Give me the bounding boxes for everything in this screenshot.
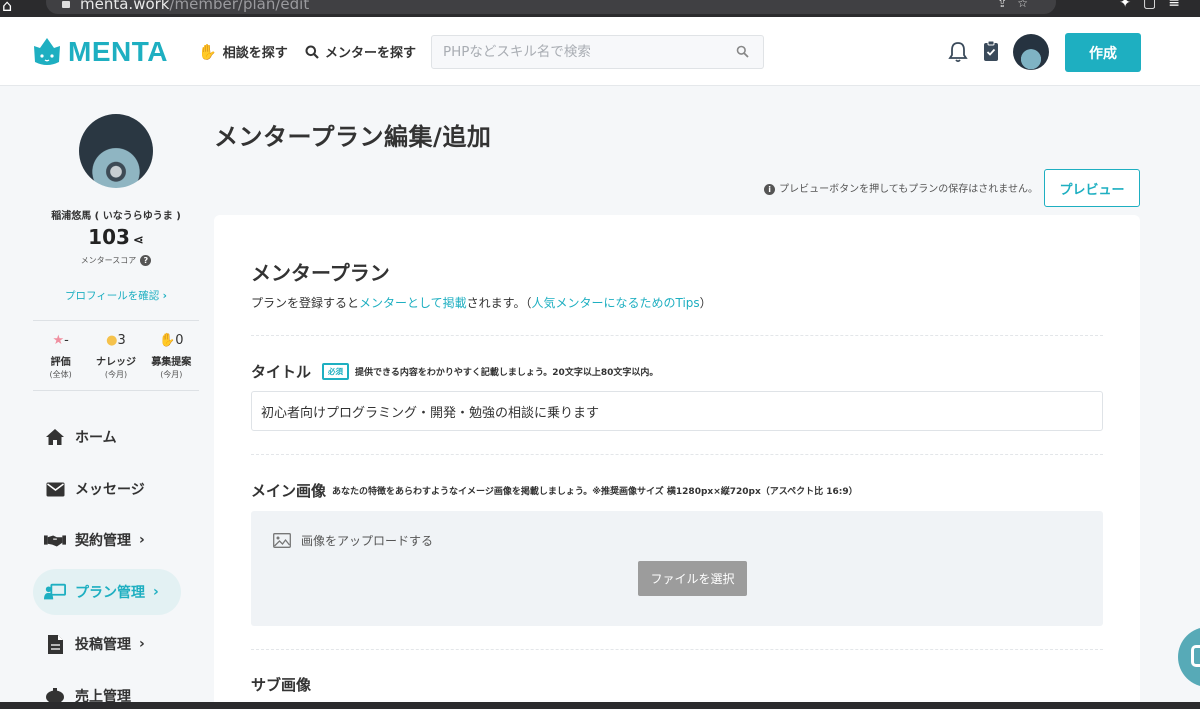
main-image-hint: あなたの特徴をあらわすようなイメージ画像を掲載しましょう。※推奨画像サイズ 横1… [332,487,858,497]
clipboard-check-icon[interactable] [983,40,999,62]
create-button[interactable]: 作成 [1065,33,1141,72]
nav-find-mentor[interactable]: メンターを探す [305,42,416,61]
sidebar-item-label: メッセージ [75,482,145,498]
address-bar[interactable]: menta.work/member/plan/edit ⇪☆ [46,0,1056,14]
help-icon[interactable]: ? [140,255,152,266]
search-icon [305,45,319,59]
cat-logo-icon [34,38,60,65]
title-field-label: タイトル 必須 提供できる内容をわかりやすく記載しましょう。20文字以上80文字… [251,363,659,381]
sub-image-label: サブ画像 [251,676,312,694]
divider [251,454,1103,455]
lightbulb-icon: ● [106,333,118,348]
preview-note: i プレビューボタンを押してもプランの保存はされません。 [764,180,1038,195]
mentor-score-value: 103 [88,225,130,249]
profile-name: 稲浦悠馬 ( いなうらゆうま ) [51,211,181,222]
window-bottom-bar [0,702,1200,709]
stat-knowledge: ●3 ナレッジ (今月) [95,333,136,379]
required-badge: 必須 [322,363,350,380]
home-icon [46,429,64,445]
mentor-score: 103 ⋖ [0,225,232,249]
chevron-right-icon: › [139,532,145,548]
title-input[interactable] [251,391,1103,431]
divider [251,649,1103,650]
skill-search [431,35,764,69]
star-icon: ★ [52,333,65,348]
chat-icon [1191,645,1200,667]
handshake-icon [44,534,66,546]
plan-form-card: メンタープラン プランを登録するとメンターとして掲載されます。（人気メンターにな… [214,215,1140,709]
url-text: menta.work/member/plan/edit [80,0,310,13]
share-icon[interactable]: ⇪☆ [997,0,1038,10]
sidebar: 稲浦悠馬 ( いなうらゆうま ) 103 ⋖ メンタースコア? プロフィールを確認… [0,86,214,709]
logo-text: MENTA [68,36,168,67]
file-select-button[interactable]: ファイルを選択 [638,561,747,596]
user-avatar[interactable] [1013,34,1049,70]
chevron-right-icon: › [139,636,145,652]
profile-link[interactable]: プロフィールを確認 › [0,288,232,303]
sidebar-item-label: プラン管理 [75,585,145,601]
hand-icon: ✋ [159,333,176,348]
upload-label: 画像をアップロードする [273,532,433,549]
sidebar-item-label: 契約管理 [75,533,131,549]
nav-consult-label: 相談を探す [222,46,288,61]
extensions-icon[interactable]: ✦▢≡ [1119,0,1192,11]
sidebar-item-posts[interactable]: 投稿管理 › [33,621,181,667]
sidebar-item-messages[interactable]: メッセージ [33,466,181,512]
menta-logo[interactable]: MENTA [32,36,168,68]
search-icon[interactable] [736,45,749,58]
profile-avatar[interactable] [79,114,153,188]
hand-icon: ✋ [198,42,217,61]
image-icon [273,533,291,548]
info-icon: i [764,184,776,195]
sidebar-item-plans[interactable]: プラン管理 › [33,569,181,615]
mentor-score-label: メンタースコア? [0,255,232,266]
lock-icon [62,1,70,8]
chevron-right-icon: › [162,290,167,302]
search-input[interactable] [432,36,722,68]
share-icon[interactable]: ⋖ [133,233,144,248]
stat-proposals: ✋0 募集提案 (今月) [151,333,192,379]
title-hint: 提供できる内容をわかりやすく記載しましょう。20文字以上80文字以内。 [355,368,659,378]
preview-button[interactable]: プレビュー [1044,169,1140,207]
sidebar-item-label: ホーム [75,430,117,446]
image-upload-area[interactable]: 画像をアップロードする ファイルを選択 [251,511,1103,626]
nav-find-mentor-label: メンターを探す [325,46,417,61]
sidebar-item-home[interactable]: ホーム [33,414,181,460]
nav-consult[interactable]: ✋ 相談を探す [198,42,288,62]
browser-toolbar: ⌂ menta.work/member/plan/edit ⇪☆ ✦▢≡ [0,0,1200,17]
presentation-icon [44,583,66,600]
document-icon [47,634,63,654]
home-icon[interactable]: ⌂ [2,0,12,15]
stats-panel: ★- 評価 (全体) ●3 ナレッジ (今月) ✋0 募集提案 (今月) [33,320,199,391]
bell-icon[interactable] [948,41,968,63]
chevron-right-icon: › [153,584,159,600]
page-title: メンタープラン編集/追加 [214,123,492,151]
chat-button[interactable] [1178,627,1200,687]
main-image-label: メイン画像 あなたの特徴をあらわすようなイメージ画像を掲載しましょう。※推奨画像… [251,482,858,500]
envelope-icon [46,482,64,496]
sidebar-item-contracts[interactable]: 契約管理 › [33,517,181,563]
stat-rating: ★- 評価 (全体) [49,333,72,379]
mentor-listing-link[interactable]: メンターとして掲載 [359,296,467,310]
tips-link[interactable]: 人気メンターになるためのTips [531,296,699,310]
card-description: プランを登録するとメンターとして掲載されます。（人気メンターになるためのTips… [251,296,712,310]
site-header: MENTA ✋ 相談を探す メンターを探す 作成 [0,17,1200,86]
divider [251,335,1103,336]
sidebar-item-label: 投稿管理 [75,637,131,653]
card-title: メンタープラン [251,261,390,285]
